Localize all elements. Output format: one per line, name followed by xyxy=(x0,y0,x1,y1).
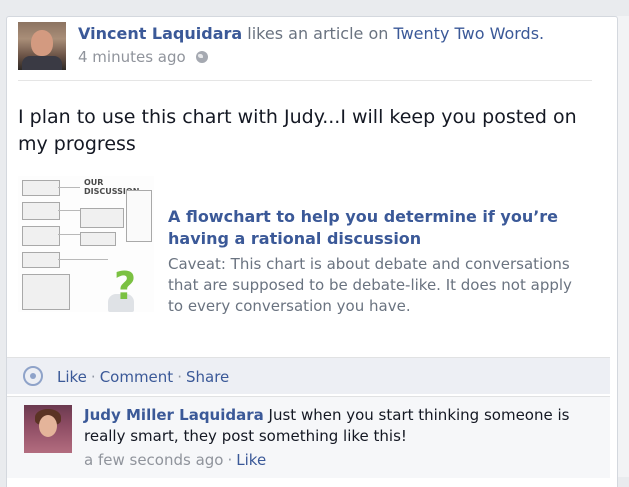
commenter-avatar[interactable] xyxy=(24,405,72,453)
action-separator: · xyxy=(177,368,182,386)
meta-separator: · xyxy=(227,451,233,469)
globe-icon[interactable] xyxy=(195,51,208,63)
header-divider xyxy=(18,80,592,81)
share-button[interactable]: Share xyxy=(186,368,229,386)
flowchart-text-block xyxy=(126,190,152,242)
flowchart-box xyxy=(22,180,60,196)
story-header: Vincent Laquidara likes an article on Tw… xyxy=(18,22,588,72)
action-separator: · xyxy=(90,368,96,386)
action-text: likes an article on xyxy=(247,24,389,43)
avatar-shirt xyxy=(22,56,62,70)
comment-meta: a few seconds ago · Like xyxy=(84,451,266,469)
actor-avatar[interactable] xyxy=(18,22,66,70)
avatar-face xyxy=(31,30,53,56)
flowchart-box xyxy=(22,202,60,220)
action-links: Like · Comment · Share xyxy=(23,366,229,386)
flowchart-box xyxy=(80,232,116,246)
flowchart-connector xyxy=(58,187,80,188)
like-button[interactable]: Like xyxy=(57,368,87,386)
target-link[interactable]: Twenty Two Words. xyxy=(393,24,544,43)
article-attachment[interactable]: OUR DISCUSSION ? A flowchart to help you… xyxy=(18,176,598,326)
comment-item: Judy Miller Laquidara Just when you star… xyxy=(7,396,610,478)
story-action-bar: Like · Comment · Share xyxy=(7,357,610,394)
story-message: I plan to use this chart with Judy...I w… xyxy=(18,106,577,155)
comment-timestamp[interactable]: a few seconds ago xyxy=(84,451,223,469)
flowchart-box xyxy=(22,274,70,310)
like-icon xyxy=(23,366,43,386)
flowchart-connector xyxy=(58,210,80,211)
question-mark-icon: ? xyxy=(114,264,137,308)
flowchart-box xyxy=(80,208,124,228)
flowchart-connector xyxy=(58,234,80,235)
article-title-link[interactable]: A flowchart to help you determine if you… xyxy=(168,206,568,250)
article-description: Caveat: This chart is about debate and c… xyxy=(168,255,572,315)
comment-like-button[interactable]: Like xyxy=(236,451,266,469)
flowchart-box xyxy=(22,252,60,268)
avatar-face xyxy=(39,415,57,437)
article-thumbnail[interactable]: OUR DISCUSSION ? xyxy=(18,176,154,312)
timestamp-line: 4 minutes ago xyxy=(78,48,208,66)
commenter-name-link[interactable]: Judy Miller Laquidara xyxy=(84,406,264,424)
comment-button[interactable]: Comment xyxy=(100,368,174,386)
actor-name-link[interactable]: Vincent Laquidara xyxy=(78,24,242,43)
flowchart-box xyxy=(22,226,60,246)
comment-body: Judy Miller Laquidara Just when you star… xyxy=(84,405,584,447)
flowchart-connector xyxy=(58,259,108,260)
story-timestamp[interactable]: 4 minutes ago xyxy=(78,48,186,66)
page-gutter xyxy=(617,16,629,477)
actor-line: Vincent Laquidara likes an article on Tw… xyxy=(78,24,544,43)
